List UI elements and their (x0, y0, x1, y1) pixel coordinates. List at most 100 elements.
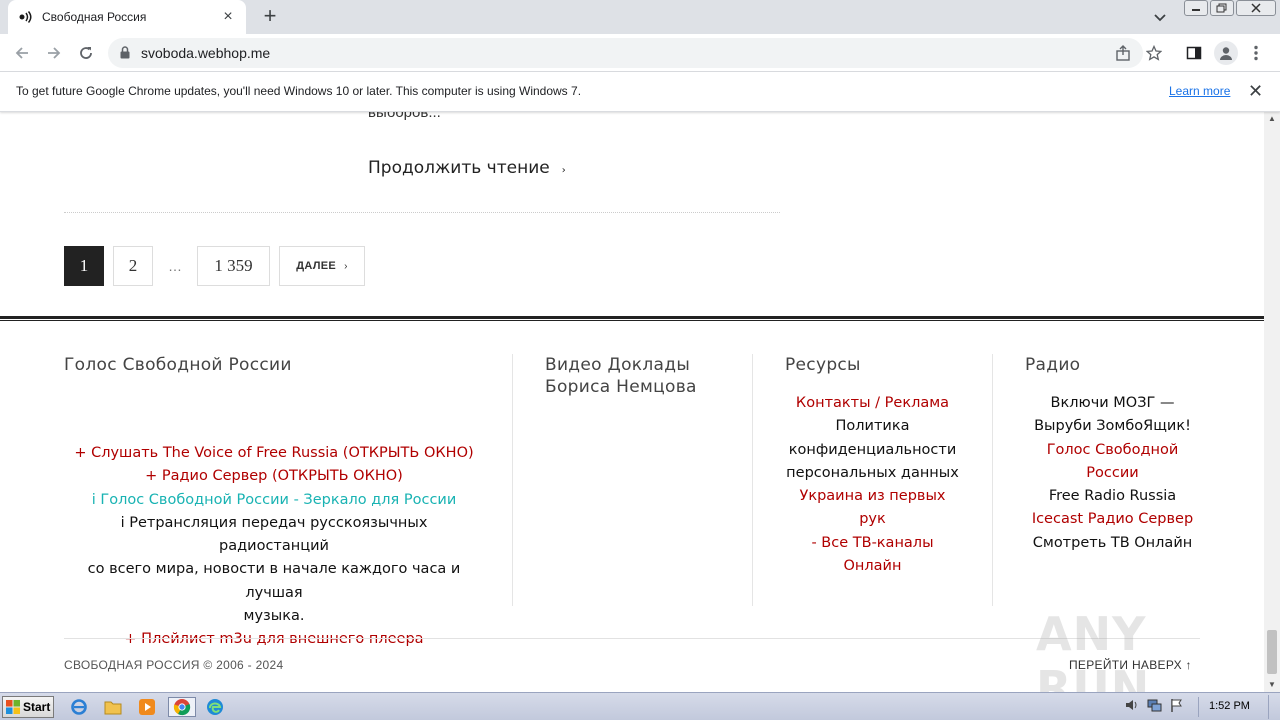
footer-col-radio: Радио Включи МОЗГ — Выруби ЗомбоЯщик! Го… (1025, 354, 1200, 555)
radio-server-link[interactable]: + Радио Сервер (ОТКРЫТЬ ОКНО) (64, 465, 484, 488)
browser-tab[interactable]: Свободная Россия × (8, 0, 246, 34)
update-infobar: To get future Google Chrome updates, you… (0, 72, 1280, 112)
chrome-icon[interactable] (168, 697, 196, 717)
windows-taskbar: Start 1:52 PM (0, 692, 1280, 720)
internet-explorer-icon[interactable] (68, 697, 90, 717)
footer-col-voice: Голос Свободной России + Слушать The Voi… (64, 354, 484, 652)
voice-free-russia-link[interactable]: Голос Свободной (1025, 439, 1200, 462)
page-content: выборов... Продолжить чтение › 1 2 … 1 35… (0, 112, 1264, 692)
edge-icon[interactable] (204, 697, 226, 717)
footer-col-links: + Слушать The Voice of Free Russia (ОТКР… (64, 442, 484, 652)
playlist-m3u-link[interactable]: + Плейлист m3u для внешнего плеера (64, 628, 484, 651)
url-text: svoboda.webhop.me (141, 45, 271, 61)
last-page-button[interactable]: 1 359 (197, 246, 270, 286)
profile-avatar-icon[interactable] (1214, 41, 1238, 65)
footer-divider (992, 354, 993, 606)
footer-col-videos: Видео Доклады Бориса Немцова (545, 354, 735, 398)
side-panel-icon[interactable] (1182, 41, 1206, 65)
footer-col-title: Бориса Немцова (545, 377, 697, 397)
chevron-right-icon: › (344, 260, 348, 272)
footer-col-title: Ресурсы (785, 355, 861, 375)
scroll-up-arrow-icon[interactable]: ▲ (1268, 114, 1276, 123)
pagination-ellipsis: … (168, 258, 182, 274)
media-player-icon[interactable] (136, 697, 158, 717)
footer-top-border (0, 316, 1264, 321)
footer-col-title: Голос Свободной России (64, 355, 292, 375)
start-button[interactable]: Start (2, 696, 54, 718)
footer-col-title: Видео Доклады (545, 355, 691, 375)
share-icon[interactable] (1115, 45, 1131, 66)
close-window-icon[interactable] (1236, 0, 1276, 16)
taskbar-clock[interactable]: 1:52 PM (1209, 700, 1250, 712)
reload-icon[interactable] (74, 41, 98, 65)
lock-icon[interactable] (120, 46, 130, 64)
mirror-link[interactable]: i Голос Свободной России - Зеркало для Р… (64, 489, 484, 512)
volume-icon[interactable] (1124, 697, 1140, 718)
footer-divider (752, 354, 753, 606)
contacts-ads-link[interactable]: Контакты / Реклама (785, 392, 960, 415)
icecast-server-link[interactable]: Icecast Радио Сервер (1025, 508, 1200, 531)
tab-close-icon[interactable]: × (220, 9, 236, 25)
minimize-icon[interactable] (1184, 0, 1208, 16)
browser-toolbar: svoboda.webhop.me (0, 34, 1280, 72)
tray-separator (1198, 697, 1199, 717)
page-2-button[interactable]: 2 (113, 246, 153, 286)
start-label: Start (23, 700, 51, 714)
ukraine-tv-link[interactable]: Украина из первых рук (785, 485, 960, 532)
copyright-text: СВОБОДНАЯ РОССИЯ © 2006 - 2024 (64, 658, 284, 672)
windows-logo-icon (6, 700, 20, 714)
privacy-policy-link[interactable]: персональных данных (785, 462, 960, 485)
system-tray (1124, 697, 1184, 718)
page-1-button[interactable]: 1 (64, 246, 104, 286)
relay-description-line: музыка. (243, 608, 305, 625)
restore-icon[interactable] (1210, 0, 1234, 16)
action-center-flag-icon[interactable] (1168, 697, 1184, 718)
forward-arrow-icon[interactable] (42, 41, 66, 65)
privacy-policy-link[interactable]: конфиденциальности (785, 439, 960, 462)
next-page-button[interactable]: ДАЛЕЕ › (279, 246, 365, 286)
pagination: 1 2 … 1 359 ДАЛЕЕ › (64, 246, 365, 286)
infobar-close-icon[interactable]: ✕ (1248, 82, 1263, 100)
back-arrow-icon[interactable] (10, 41, 34, 65)
tab-title: Свободная Россия (42, 10, 147, 24)
anyrun-watermark-logo: ANY RUN (1036, 607, 1151, 692)
footer-bottom-line (64, 638, 1200, 639)
network-icon[interactable] (1146, 697, 1162, 718)
menu-kebab-icon[interactable] (1244, 41, 1268, 65)
file-explorer-icon[interactable] (102, 697, 124, 717)
watch-tv-online-link[interactable]: Смотреть ТВ Онлайн (1025, 532, 1200, 555)
footer-divider (512, 354, 513, 606)
voice-free-russia-link[interactable]: России (1025, 462, 1200, 485)
address-bar[interactable]: svoboda.webhop.me (108, 38, 1143, 68)
footer-col-title: Радио (1025, 355, 1081, 375)
learn-more-link[interactable]: Learn more (1169, 84, 1230, 98)
new-tab-button[interactable]: + (258, 5, 282, 29)
ukraine-tv-link[interactable]: - Все ТВ-каналы (785, 532, 960, 555)
brain-slogan-link[interactable]: Включи МОЗГ — (1025, 392, 1200, 415)
relay-description-line: i Ретрансляция передач русскоязычных рад… (120, 514, 428, 555)
listen-voice-link[interactable]: + Слушать The Voice of Free Russia (ОТКР… (64, 442, 484, 465)
bookmark-star-icon[interactable] (1142, 41, 1166, 65)
speaker-wave-icon (18, 9, 34, 25)
brain-slogan-link[interactable]: Выруби ЗомбоЯщик! (1025, 415, 1200, 438)
article-excerpt-tail: выборов... (368, 112, 441, 121)
next-page-label: ДАЛЕЕ (296, 260, 337, 272)
show-desktop-button[interactable] (1268, 695, 1278, 719)
scroll-thumb[interactable] (1267, 630, 1277, 674)
page-scrollbar[interactable]: ▲ ▼ (1264, 112, 1280, 692)
tab-search-chevron-icon[interactable] (1150, 7, 1170, 27)
free-radio-russia-link[interactable]: Free Radio Russia (1025, 485, 1200, 508)
window-controls (1184, 0, 1276, 18)
privacy-policy-link[interactable]: Политика (785, 415, 960, 438)
ukraine-tv-link[interactable]: Онлайн (785, 555, 960, 578)
footer-col-links: Включи МОЗГ — Выруби ЗомбоЯщик! Голос Св… (1025, 392, 1200, 555)
relay-description-line: со всего мира, новости в начале каждого … (87, 561, 461, 601)
footer-col-links: Контакты / Реклама Политика конфиденциал… (785, 392, 960, 578)
scroll-down-arrow-icon[interactable]: ▼ (1268, 680, 1276, 689)
chevron-right-icon: › (561, 165, 566, 176)
footer-col-resources: Ресурсы Контакты / Реклама Политика конф… (785, 354, 960, 578)
tab-strip: Свободная Россия × + (0, 0, 1280, 34)
infobar-message: To get future Google Chrome updates, you… (16, 84, 582, 98)
continue-reading-link[interactable]: Продолжить чтение › (368, 158, 566, 178)
continue-reading-label: Продолжить чтение (368, 158, 550, 178)
